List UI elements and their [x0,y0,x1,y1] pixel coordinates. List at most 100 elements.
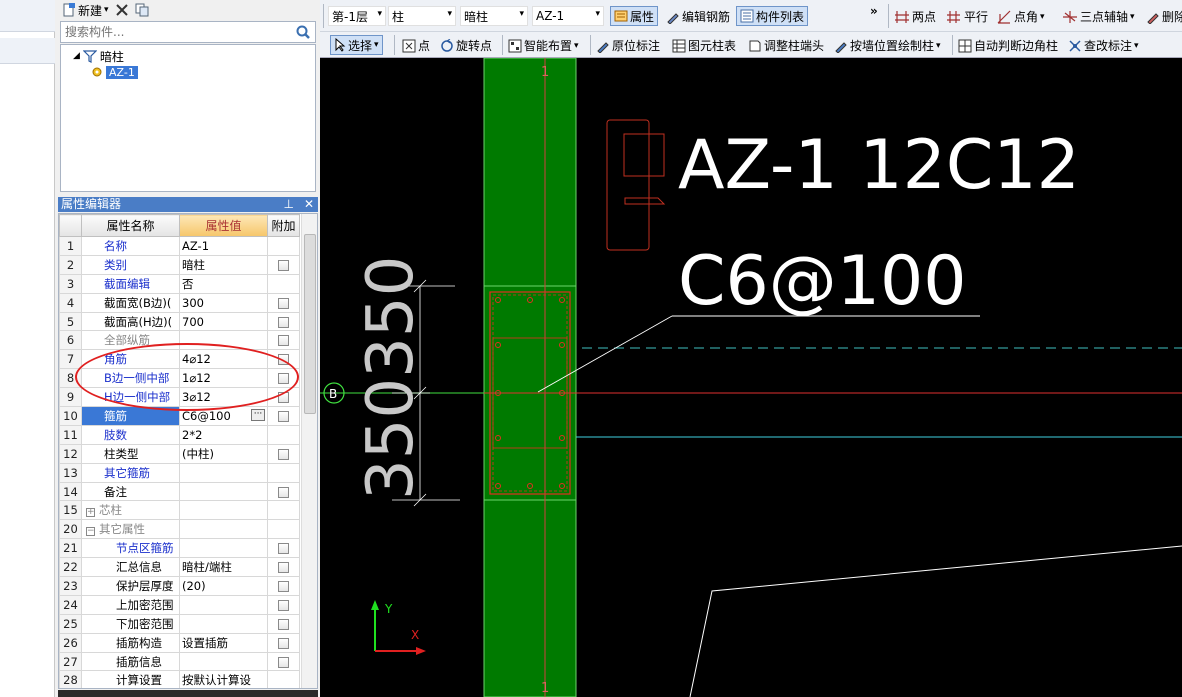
smart-layout-button[interactable]: 智能布置 ▾ [508,37,579,54]
extra-checkbox[interactable] [278,259,289,271]
extra-checkbox[interactable] [278,562,289,574]
property-value[interactable]: 否 [179,273,268,294]
table-row[interactable]: 15 + 芯柱 [59,500,300,521]
draw-by-wall-button[interactable]: 按墙位置绘制柱 ▾ [834,37,941,54]
extra-checkbox[interactable] [278,410,289,422]
property-value[interactable] [179,462,268,483]
table-row[interactable]: 22 汇总信息 暗柱/端柱 [59,557,300,578]
extra-checkbox[interactable] [278,297,289,309]
point-angle-button[interactable]: 点角 ▾ [996,8,1045,25]
table-row[interactable]: 14 备注 [59,481,300,502]
ellipsis-button[interactable]: ··· [251,408,265,421]
delete-button[interactable] [115,3,129,17]
property-value[interactable] [179,481,268,502]
extra-checkbox[interactable] [278,656,289,668]
parallel-button[interactable]: 平行 [946,8,988,25]
property-value[interactable] [179,613,268,634]
new-dropdown-arrow[interactable]: ▾ [104,5,109,15]
tree-node-az1[interactable]: AZ-1 [91,64,138,80]
table-row[interactable]: 3 截面编辑否 [59,273,300,294]
property-value[interactable]: (中柱) [179,443,268,464]
extra-checkbox[interactable] [278,637,289,649]
table-row-selected[interactable]: 10 箍筋 C6@100 ··· [59,406,300,426]
table-row[interactable]: 24 上加密范围 [59,594,300,615]
auto-edge-column-button[interactable]: 自动判断边角柱 [958,37,1058,54]
property-value-cell[interactable]: C6@100 ··· [179,406,268,426]
table-row[interactable]: 25 下加密范围 [59,613,300,634]
property-value[interactable]: 设置插筋 [179,632,268,653]
search-input[interactable] [61,22,291,42]
property-value[interactable]: 4⌀12 [179,349,268,370]
table-row[interactable]: 5 截面高(H边)(700 [59,311,300,332]
properties-button[interactable]: 属性 [610,6,659,26]
two-points-button[interactable]: 两点 [894,8,936,25]
property-value[interactable]: 暗柱/端柱 [179,557,268,578]
table-row[interactable]: 23 保护层厚度 (20) [59,576,300,596]
property-value[interactable]: AZ-1 [179,236,268,256]
extra-checkbox[interactable] [278,486,289,498]
extra-checkbox[interactable] [278,448,289,460]
pin-icon[interactable]: ⊥ [283,197,293,212]
collapse-triangle-icon[interactable]: ◢ [73,51,80,61]
column-header-extra[interactable]: 附加 [267,214,300,237]
column-header-name[interactable]: 属性名称 [81,214,180,237]
property-value[interactable] [179,651,268,672]
in-place-label-button[interactable]: 原位标注 [596,37,660,54]
category-select[interactable]: 柱 ▾ [388,6,456,26]
table-row[interactable]: 2 类别 暗柱 [59,254,300,275]
chevron-down-icon[interactable]: ▾ [1040,12,1045,22]
chevron-down-icon[interactable]: ▾ [374,40,379,50]
vertical-scrollbar[interactable] [301,214,317,688]
extra-checkbox[interactable] [278,316,289,328]
property-value[interactable]: 1⌀12 [179,368,268,389]
drawing-canvas[interactable]: 1 1 B 350350 AZ-1 12C12 C6@100 Y X [320,58,1182,697]
table-row[interactable]: 13 其它箍筋 [59,462,300,483]
component-select[interactable]: AZ-1 ▾ [532,6,604,26]
table-row[interactable]: 20− 其它属性 [59,519,300,540]
property-value[interactable]: (20) [179,576,268,596]
property-value[interactable]: 300 [179,292,268,313]
search-icon[interactable] [295,24,311,43]
extra-checkbox[interactable] [278,373,289,385]
property-value[interactable] [179,519,268,540]
extra-checkbox[interactable] [278,599,289,611]
delete-aux-button[interactable]: 删除 [1146,8,1182,25]
chevron-down-icon[interactable]: ▾ [574,41,579,51]
table-row[interactable]: 11 肢数 2*2 [59,424,300,445]
table-row[interactable]: 9 H边一侧中部 3⌀12 [59,387,300,408]
rotate-point-button[interactable]: 旋转点 [440,37,492,54]
property-value[interactable]: 暗柱 [179,254,268,275]
extra-checkbox[interactable] [278,335,289,347]
adjust-column-end-button[interactable]: 调整柱端头 [748,37,824,54]
extra-checkbox[interactable] [278,392,289,404]
table-row[interactable]: 28 计算设置 按默认计算设 [59,670,300,688]
extra-checkbox[interactable] [278,354,289,366]
toolbar-overflow-button[interactable]: » [870,4,878,18]
floor-select[interactable]: 第-1层 ▾ [328,6,386,26]
table-row[interactable]: 27 插筋信息 [59,651,300,672]
property-value[interactable]: C6@100 [182,409,231,423]
close-icon[interactable]: ✕ [304,197,314,212]
column-table-button[interactable]: 图元柱表 [672,37,736,54]
cad-drawing[interactable]: 1 1 B 350350 AZ-1 12C12 C6@100 Y X [320,58,1182,697]
collapse-icon[interactable]: − [86,527,95,537]
property-value[interactable] [179,594,268,615]
edit-rebar-button[interactable]: 编辑钢筋 [666,8,730,25]
chevron-down-icon[interactable]: ▾ [936,41,941,51]
property-value[interactable]: 3⌀12 [179,387,268,408]
table-row[interactable]: 7 角筋 4⌀12 [59,349,300,370]
point-button[interactable]: 点 [402,37,430,54]
property-value[interactable]: 700 [179,311,268,332]
expand-icon[interactable]: + [86,508,95,518]
component-list-button[interactable]: 构件列表 [736,6,809,26]
scrollbar-thumb[interactable] [304,234,316,414]
table-row[interactable]: 4 截面宽(B边)(300 [59,292,300,313]
check-label-button[interactable]: 查改标注 ▾ [1068,37,1139,54]
table-row[interactable]: 8 B边一侧中部 1⌀12 [59,368,300,389]
tree-node-root[interactable]: ◢ 暗柱 [73,48,124,64]
table-row[interactable]: 1 名称 AZ-1 [59,236,300,256]
table-row[interactable]: 21 节点区箍筋 [59,538,300,559]
extra-checkbox[interactable] [278,580,289,592]
table-row[interactable]: 26 插筋构造 设置插筋 [59,632,300,653]
property-value[interactable] [179,538,268,559]
